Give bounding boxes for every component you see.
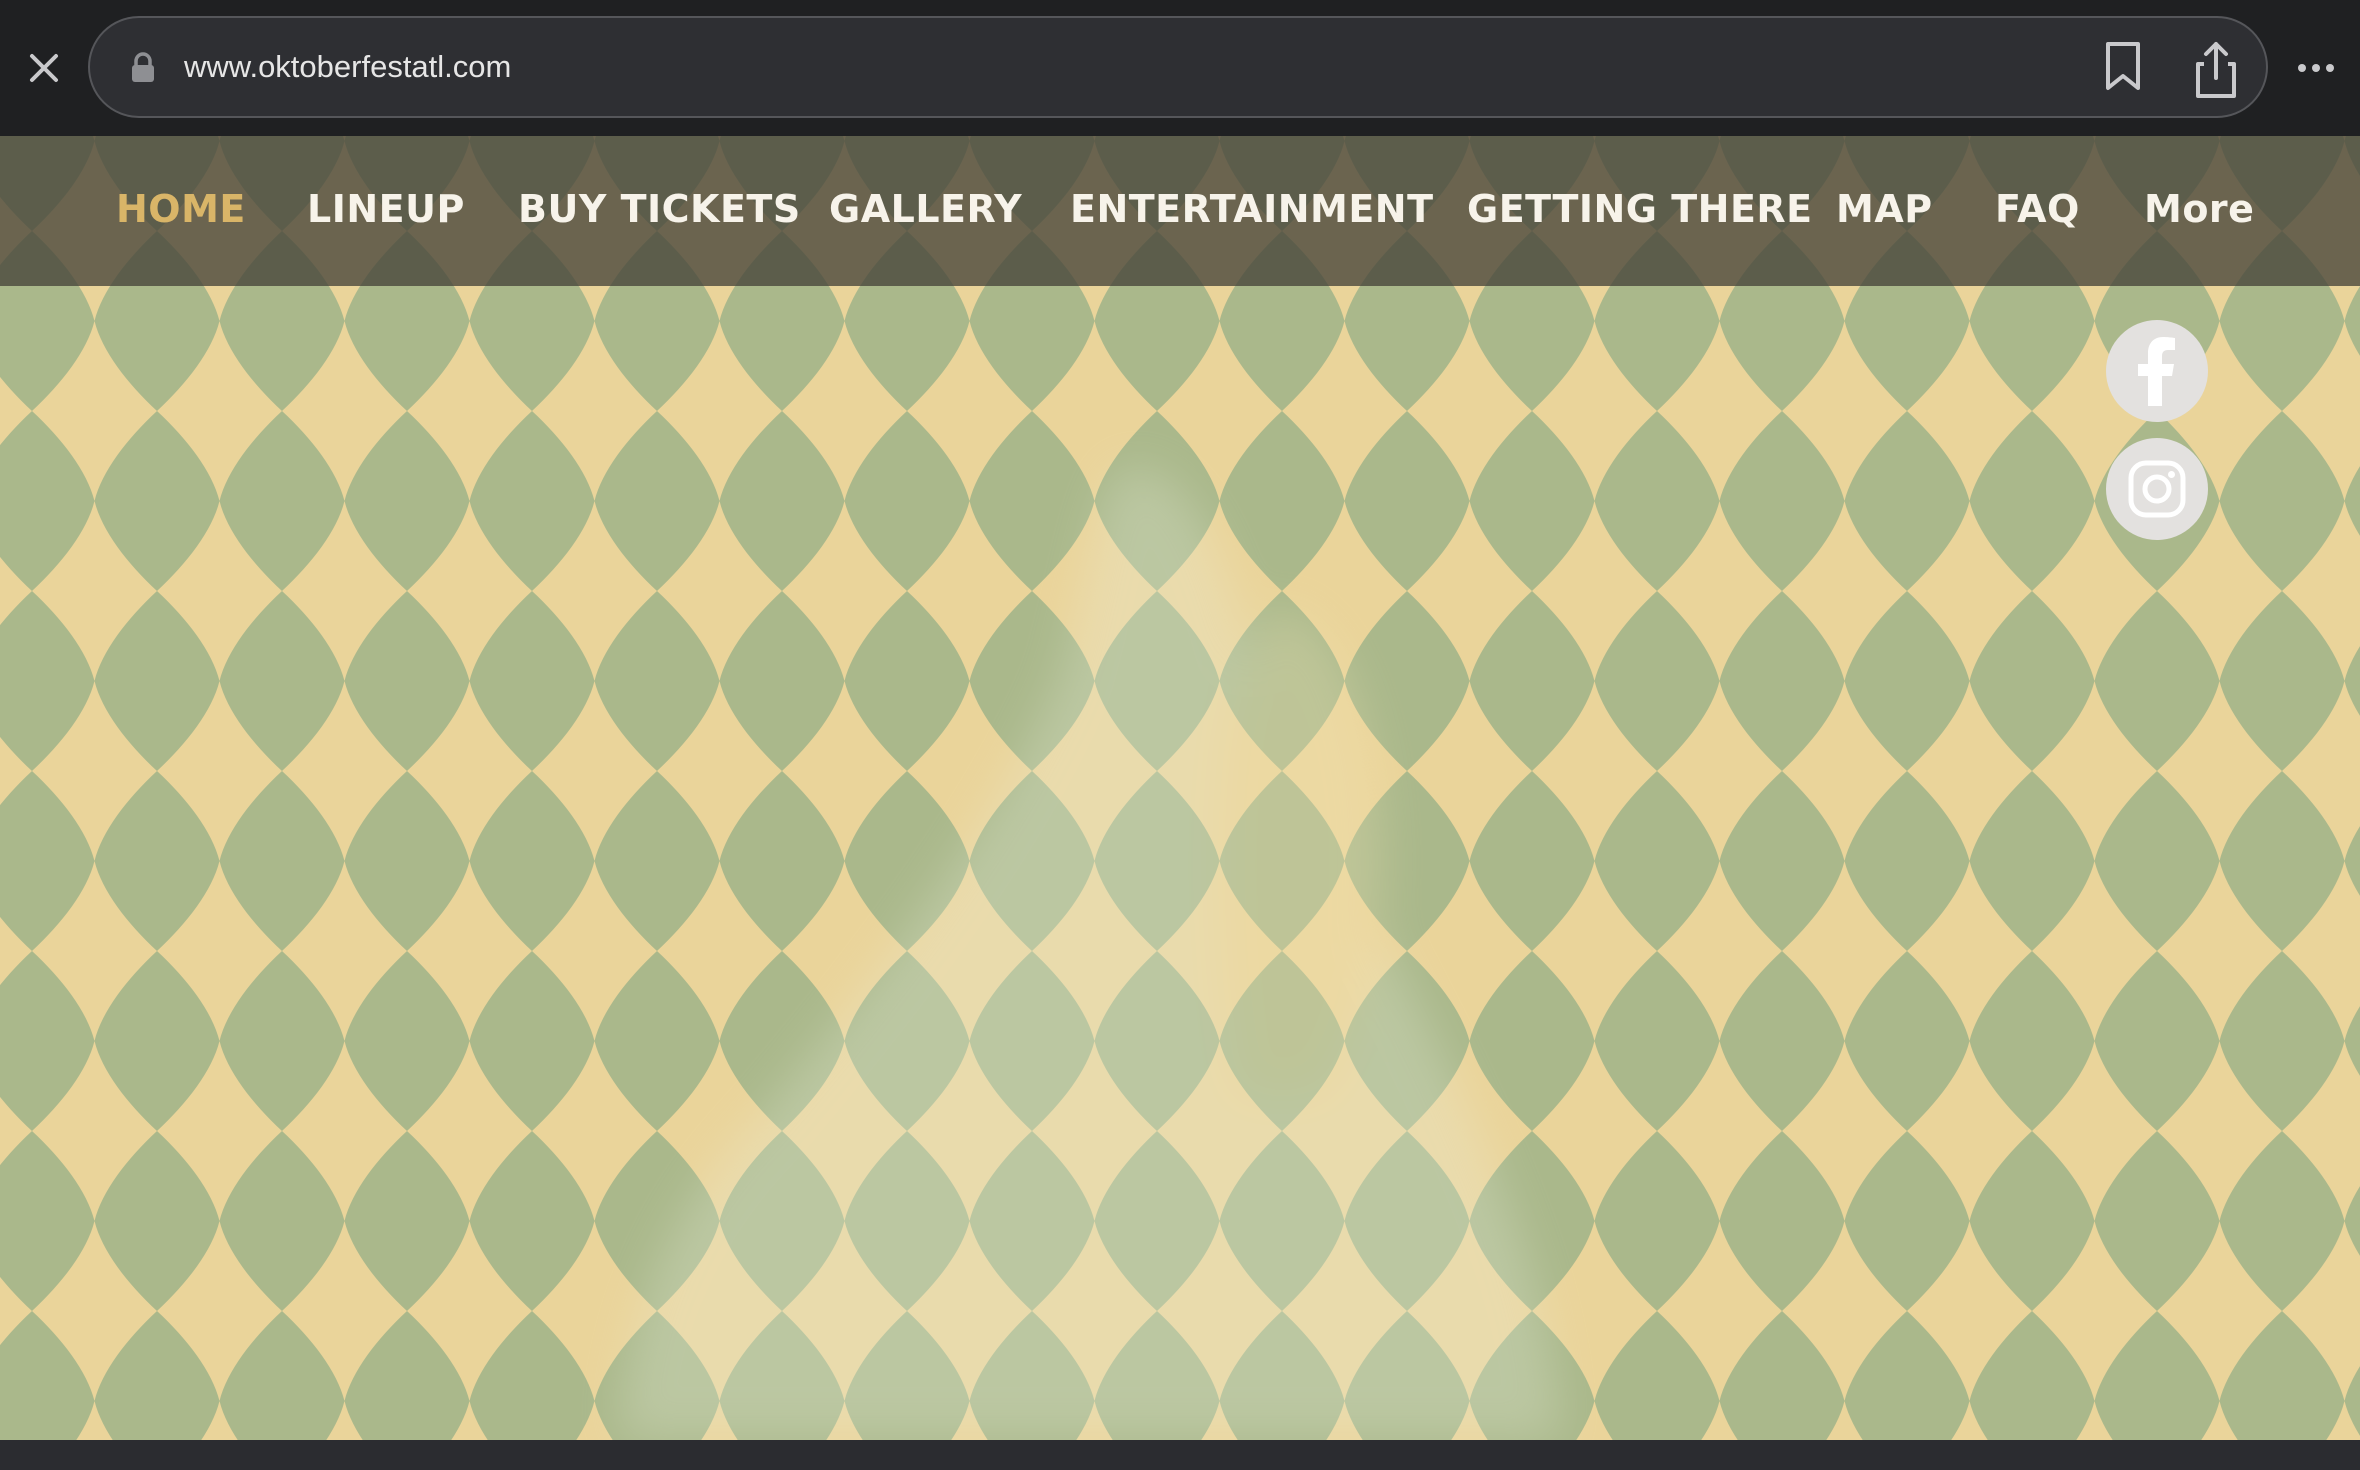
nav-item-entertainment[interactable]: ENTERTAINMENT xyxy=(1070,182,1434,236)
nav-item-map[interactable]: MAP xyxy=(1836,182,1933,236)
nav-item-more[interactable]: More xyxy=(2144,182,2254,236)
more-options-button[interactable] xyxy=(2296,56,2336,80)
share-button[interactable] xyxy=(2186,40,2246,100)
site-navigation: HOME LINEUP BUY TICKETS GALLERY ENTERTAI… xyxy=(0,136,2360,286)
close-tab-button[interactable] xyxy=(22,46,66,90)
nav-item-buy-tickets[interactable]: BUY TICKETS xyxy=(518,182,801,236)
more-icon xyxy=(2298,64,2334,72)
nav-item-lineup[interactable]: LINEUP xyxy=(307,182,465,236)
nav-item-gallery[interactable]: GALLERY xyxy=(829,182,1022,236)
bookmark-button[interactable] xyxy=(2100,38,2146,94)
address-bar[interactable]: www.oktoberfestatl.com xyxy=(88,16,2268,118)
nav-item-getting-there[interactable]: GETTING THERE xyxy=(1467,182,1813,236)
nav-item-home[interactable]: HOME xyxy=(116,182,246,236)
lock-icon xyxy=(132,52,154,82)
website-viewport: HOME LINEUP BUY TICKETS GALLERY ENTERTAI… xyxy=(0,136,2360,1440)
instagram-icon xyxy=(2128,460,2186,518)
close-icon xyxy=(30,54,58,82)
share-icon xyxy=(2196,42,2236,98)
url-text: www.oktoberfestatl.com xyxy=(184,49,512,84)
harlequin-background xyxy=(0,136,2360,1440)
page-bottom-edge xyxy=(0,1440,2360,1470)
bookmark-icon xyxy=(2106,42,2140,90)
facebook-link[interactable] xyxy=(2106,320,2208,422)
nav-item-faq[interactable]: FAQ xyxy=(1995,182,2080,236)
instagram-link[interactable] xyxy=(2106,438,2208,540)
browser-toolbar: www.oktoberfestatl.com xyxy=(0,0,2360,136)
facebook-icon xyxy=(2138,337,2175,406)
